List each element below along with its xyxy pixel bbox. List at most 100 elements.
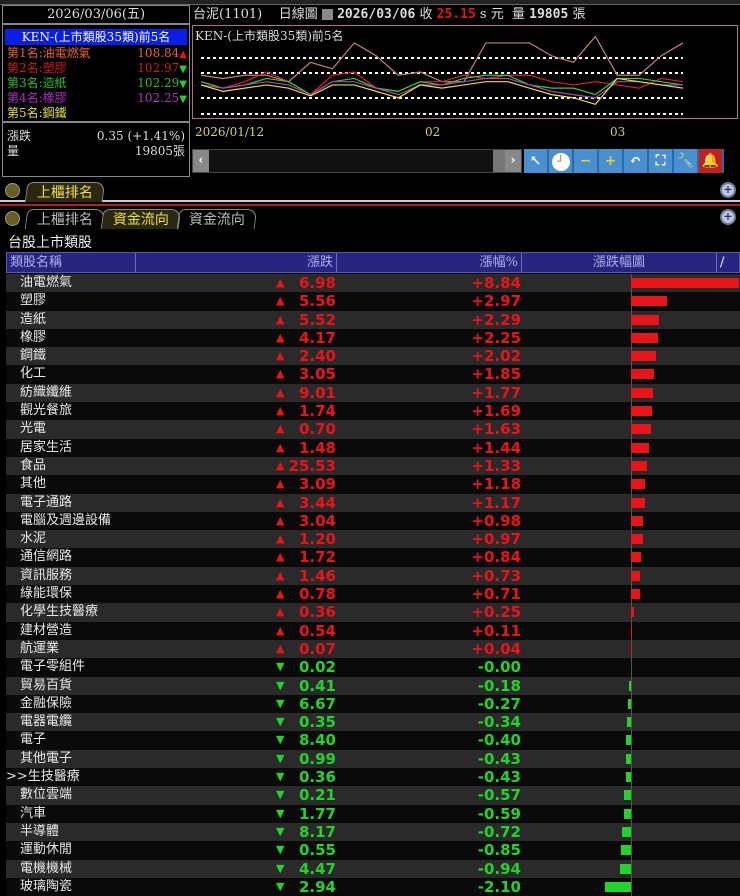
- table-row[interactable]: 綠能環保 ▲ 0.78 +0.71: [6, 585, 740, 603]
- rank-value: 102.97: [137, 61, 179, 75]
- change-value: 8.40: [299, 731, 336, 749]
- sector-name: 航運業: [20, 640, 150, 658]
- table-row[interactable]: 通信網路 ▲ 1.72 +0.84: [6, 548, 740, 566]
- scroll-right-button[interactable]: ›: [505, 150, 521, 172]
- arrow-down-icon: ▼: [276, 731, 284, 749]
- pct-value: -0.94: [478, 860, 521, 878]
- table-row[interactable]: 塑膠 ▲ 5.56 +2.97: [6, 292, 740, 310]
- pointer-icon[interactable]: ↖: [524, 149, 549, 173]
- arrow-up-icon: ▲: [276, 292, 284, 310]
- zoom-out-icon[interactable]: −: [574, 149, 599, 173]
- rank-item[interactable]: 第3名:造紙102.29▼: [7, 76, 187, 91]
- table-row[interactable]: 金融保險 ▼ 6.67 -0.27: [6, 695, 740, 713]
- scroll-thumb[interactable]: [493, 150, 505, 172]
- change-value: 1.46: [299, 567, 336, 585]
- zoom-icon[interactable]: +: [720, 182, 736, 198]
- zoom-in-icon[interactable]: +: [599, 149, 624, 173]
- scroll-left-button[interactable]: ‹: [193, 150, 209, 172]
- wrench-icon[interactable]: 🔧: [674, 149, 699, 173]
- dropdown-icon[interactable]: [322, 9, 333, 20]
- rank-label: 第3名:造紙: [7, 76, 67, 90]
- table-row[interactable]: 其他電子 ▼ 0.99 -0.43: [6, 750, 740, 768]
- table-row[interactable]: 貿易百貨 ▼ 0.41 -0.18: [6, 677, 740, 695]
- pct-value: +1.33: [471, 457, 521, 475]
- sector-name: 電器電纜: [20, 713, 150, 731]
- table-row[interactable]: 水泥 ▲ 1.20 +0.97: [6, 530, 740, 548]
- table-row[interactable]: 電子零組件 ▼ 0.02 -0.00: [6, 658, 740, 676]
- table-row[interactable]: 光電 ▲ 0.70 +1.63: [6, 420, 740, 438]
- rank-item[interactable]: 第1名:油電燃氣108.84▲: [7, 46, 187, 61]
- rank-item[interactable]: 第4名:橡膠102.25▼: [7, 91, 187, 106]
- pct-bar: [631, 351, 656, 361]
- sector-name: 塑膠: [20, 292, 150, 310]
- rank-item[interactable]: 第5名:鋼鐵: [7, 106, 187, 121]
- x-tick: 2026/01/12: [195, 125, 264, 139]
- col-change[interactable]: 漲跌: [136, 253, 337, 272]
- clock-icon[interactable]: ┘: [549, 149, 574, 173]
- table-row[interactable]: 建材營造 ▲ 0.54 +0.11: [6, 622, 740, 640]
- table-row[interactable]: 觀光餐旅 ▲ 1.74 +1.69: [6, 402, 740, 420]
- tab-fund-flow[interactable]: 資金流向: [101, 209, 182, 229]
- table-row[interactable]: 化工 ▲ 3.05 +1.85: [6, 365, 740, 383]
- pct-bar: [631, 406, 652, 416]
- table-row[interactable]: 電子 ▼ 8.40 -0.40: [6, 731, 740, 749]
- col-pct[interactable]: 漲幅%: [337, 253, 522, 272]
- pct-bar: [631, 296, 667, 306]
- table-row[interactable]: 油電燃氣 ▲ 6.98 +8.84: [6, 274, 740, 292]
- table-header: 類股名稱 漲跌 漲幅% 漲跌幅圖 /: [6, 252, 740, 273]
- arrow-down-icon: ▼: [276, 805, 284, 823]
- table-row[interactable]: 居家生活 ▲ 1.48 +1.44: [6, 439, 740, 457]
- table-row[interactable]: 資訊服務 ▲ 1.46 +0.73: [6, 567, 740, 585]
- bar-axis: [631, 805, 632, 823]
- arrow-down-icon: ▼: [276, 786, 284, 804]
- change-value: 1.74: [299, 402, 336, 420]
- table-row[interactable]: 半導體 ▼ 8.17 -0.72: [6, 823, 740, 841]
- collapse-icon[interactable]: [5, 211, 20, 226]
- table-row[interactable]: 化學生技醫療 ▲ 0.36 +0.25: [6, 603, 740, 621]
- table-row[interactable]: 食品 ▲ 25.53 +1.33: [6, 457, 740, 475]
- arrow-up-icon: ▲: [276, 420, 284, 438]
- fit-screen-icon[interactable]: ⛶: [649, 149, 674, 173]
- col-bar[interactable]: 漲跌幅圖: [522, 253, 717, 272]
- table-row[interactable]: 紡織纖維 ▲ 9.01 +1.77: [6, 384, 740, 402]
- rank-item[interactable]: 第2名:塑膠102.97▼: [7, 61, 187, 76]
- chart-scrollbar[interactable]: ‹ ›: [192, 149, 522, 173]
- table-row[interactable]: 電子通路 ▲ 3.44 +1.17: [6, 494, 740, 512]
- vol-label: 量: [512, 7, 525, 22]
- table-row[interactable]: 鋼鐵 ▲ 2.40 +2.02: [6, 347, 740, 365]
- change-label: 漲跌: [7, 129, 31, 143]
- table-row[interactable]: 數位雲端 ▼ 0.21 -0.57: [6, 786, 740, 804]
- tab-otc-ranking[interactable]: 上櫃排名: [25, 182, 106, 202]
- pct-value: -0.43: [478, 750, 521, 768]
- table-row[interactable]: 運動休閒 ▼ 0.55 -0.85: [6, 841, 740, 859]
- ranking-panel: 2026/03/06(五) KEN-(上市類股35類)前5名 第1名:油電燃氣1…: [2, 5, 190, 177]
- bell-icon[interactable]: 🔔: [699, 149, 724, 173]
- zoom-icon[interactable]: +: [720, 209, 736, 225]
- table-row[interactable]: 橡膠 ▲ 4.17 +2.25: [6, 329, 740, 347]
- tab-fund-flow-2[interactable]: 資金流向: [177, 209, 258, 229]
- table-row[interactable]: 電機機械 ▼ 4.47 -0.94: [6, 860, 740, 878]
- undo-icon[interactable]: ↶: [624, 149, 649, 173]
- col-name[interactable]: 類股名稱: [7, 253, 136, 272]
- rank-value: 102.29: [137, 76, 179, 90]
- table-row[interactable]: 電器電纜 ▼ 0.35 -0.34: [6, 713, 740, 731]
- change-value: 3.09: [299, 475, 336, 493]
- change-value: 0.07: [299, 640, 336, 658]
- bar-axis: [631, 731, 632, 749]
- table-row[interactable]: 汽車 ▼ 1.77 -0.59: [6, 805, 740, 823]
- bar-axis: [631, 713, 632, 731]
- collapse-icon[interactable]: [5, 183, 20, 198]
- chart-type[interactable]: 日線圖: [279, 7, 318, 22]
- chart-title: KEN-(上市類股35類)前5名: [195, 27, 344, 44]
- pct-bar: [622, 827, 631, 837]
- table-row[interactable]: >>生技醫療 ▼ 0.36 -0.43: [6, 768, 740, 786]
- arrow-down-icon: ▼: [276, 860, 284, 878]
- table-row[interactable]: 玻璃陶瓷 ▼ 2.94 -2.10: [6, 878, 740, 896]
- table-row[interactable]: 其他 ▲ 3.09 +1.18: [6, 475, 740, 493]
- tab-otc-ranking[interactable]: 上櫃排名: [25, 209, 106, 229]
- table-row[interactable]: 航運業 ▲ 0.07 +0.04: [6, 640, 740, 658]
- table-row[interactable]: 電腦及週邊設備 ▲ 3.04 +0.98: [6, 512, 740, 530]
- table-row[interactable]: 造紙 ▲ 5.52 +2.29: [6, 311, 740, 329]
- index-chart[interactable]: KEN-(上市類股35類)前5名: [192, 25, 738, 119]
- panel-date: 2026/03/06(五): [3, 6, 189, 25]
